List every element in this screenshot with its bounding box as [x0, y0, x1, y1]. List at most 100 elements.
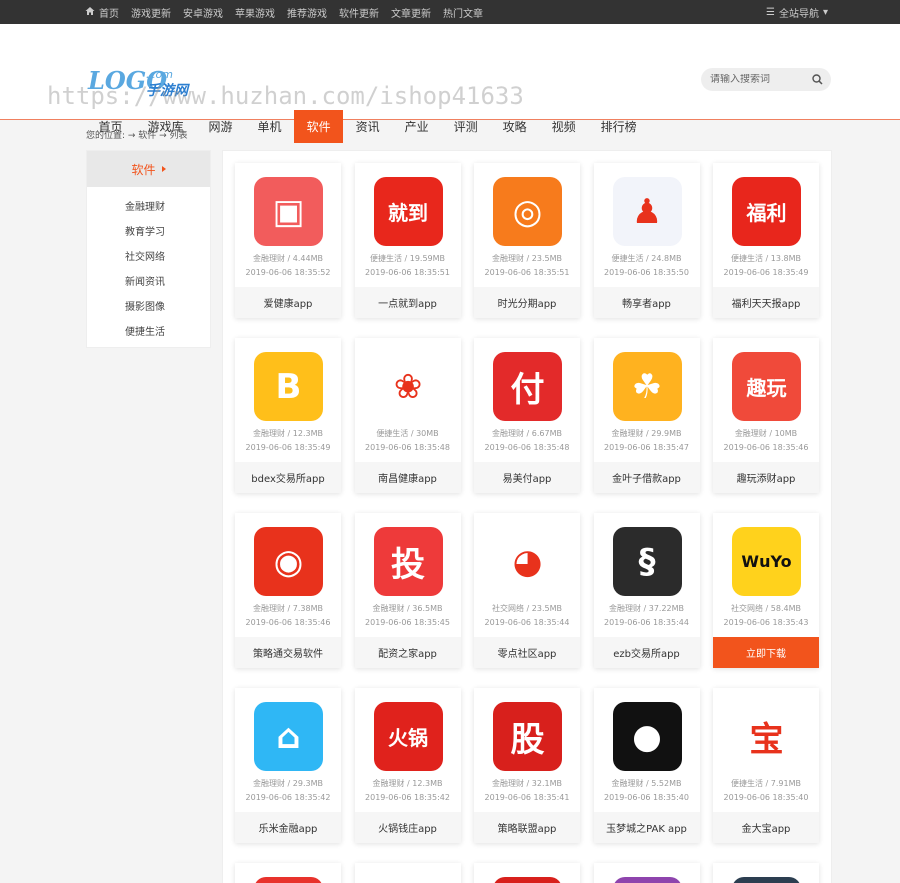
- app-icon[interactable]: [612, 877, 682, 883]
- site-nav-button[interactable]: ☰ 全站导航 ▾: [766, 0, 828, 24]
- app-card[interactable]: [235, 863, 341, 883]
- app-name[interactable]: 易美付app: [474, 462, 580, 493]
- app-category: 社交网络: [731, 604, 763, 613]
- treasure-app-icon[interactable]: 宝: [732, 702, 801, 771]
- invest-app-icon[interactable]: 投: [373, 527, 443, 596]
- emblem-app-icon[interactable]: ❀: [373, 352, 443, 421]
- top-link[interactable]: 推荐游戏: [287, 5, 327, 20]
- app-name[interactable]: 策略通交易软件: [235, 637, 341, 668]
- sidebar-item[interactable]: 金融理财: [87, 193, 210, 218]
- app-name[interactable]: ezb交易所app: [593, 637, 700, 668]
- app-name[interactable]: 乐米金融app: [235, 812, 341, 843]
- search-icon[interactable]: [812, 74, 823, 85]
- app-name[interactable]: 零点社区app: [474, 637, 580, 668]
- nav-item[interactable]: 攻略: [490, 110, 539, 143]
- strategy-app-icon[interactable]: ◉: [254, 527, 323, 596]
- pay-app-icon[interactable]: 付: [493, 352, 562, 421]
- app-card[interactable]: 趣玩 金融理财 / 10MB 2019-06-06 18:35:46 趣玩添财app: [713, 338, 819, 493]
- app-name[interactable]: 金叶子借款app: [593, 462, 700, 493]
- top-link[interactable]: 热门文章: [443, 5, 483, 20]
- app-card[interactable]: ☘ 金融理财 / 29.9MB 2019-06-06 18:35:47 金叶子借款ap…: [593, 338, 700, 493]
- sidebar-item[interactable]: 教育学习: [87, 218, 210, 243]
- top-link[interactable]: 首页: [99, 5, 119, 20]
- app-card[interactable]: § 金融理财 / 37.22MB 2019-06-06 18:35:44 ezb交易所…: [593, 513, 700, 668]
- app-card[interactable]: ❀ 便捷生活 / 30MB 2019-06-06 18:35:48 南昌健康app: [354, 338, 461, 493]
- app-card[interactable]: 股金融理财 / 32.1MB 2019-06-06 18:35:41 策略联盟app: [474, 688, 580, 843]
- leaf-app-icon[interactable]: ☘: [612, 352, 682, 421]
- app-size: 10MB: [774, 429, 798, 438]
- app-card[interactable]: [593, 863, 700, 883]
- gift-app-icon[interactable]: 福利: [732, 177, 801, 246]
- app-card[interactable]: 付金融理财 / 6.67MB 2019-06-06 18:35:48 易美付app: [474, 338, 580, 493]
- top-link[interactable]: 游戏更新: [131, 5, 171, 20]
- sidebar-item[interactable]: 摄影图像: [87, 293, 210, 318]
- disc-app-icon[interactable]: ●: [612, 702, 682, 771]
- nav-item[interactable]: 评测: [441, 110, 490, 143]
- fun-app-icon[interactable]: 趣玩: [732, 352, 801, 421]
- app-name[interactable]: 时光分期app: [474, 287, 580, 318]
- app-card[interactable]: ◉ 金融理财 / 7.38MB 2019-06-06 18:35:46 策略通交易软件: [235, 513, 341, 668]
- app-card[interactable]: 就到 便捷生活 / 19.59MB 2019-06-06 18:35:51 一点就到a…: [354, 163, 461, 318]
- sidebar-item[interactable]: 社交网络: [87, 243, 210, 268]
- top-link[interactable]: 文章更新: [391, 5, 431, 20]
- hotpot-app-icon[interactable]: 火锅: [373, 702, 443, 771]
- search-input[interactable]: [710, 74, 810, 85]
- top-link[interactable]: 安卓游戏: [183, 5, 223, 20]
- nav-item[interactable]: 网游: [196, 110, 245, 143]
- app-name[interactable]: 南昌健康app: [354, 462, 461, 493]
- app-name[interactable]: 金大宝app: [713, 812, 819, 843]
- app-card[interactable]: ◎ 金融理财 / 23.5MB 2019-06-06 18:35:51 时光分期app: [474, 163, 580, 318]
- wuyo-app-icon[interactable]: WuYo: [732, 527, 801, 596]
- nav-item[interactable]: 单机: [245, 110, 294, 143]
- app-name[interactable]: 配资之家app: [354, 637, 461, 668]
- app-name[interactable]: 一点就到app: [354, 287, 461, 318]
- app-card[interactable]: WuYo 社交网络 / 58.4MB 2019-06-06 18:35:43 立即下载: [713, 513, 819, 668]
- ezb-app-icon[interactable]: §: [612, 527, 682, 596]
- app-card[interactable]: [713, 863, 819, 883]
- sidebar-title[interactable]: 软件: [87, 151, 210, 187]
- app-name[interactable]: 玉梦城之PAK app: [593, 812, 700, 843]
- app-card[interactable]: 宝便捷生活 / 7.91MB 2019-06-06 18:35:40 金大宝app: [713, 688, 819, 843]
- app-card[interactable]: 火锅 金融理财 / 12.3MB 2019-06-06 18:35:42 火锅钱庄ap…: [354, 688, 461, 843]
- home-icon[interactable]: [85, 6, 95, 16]
- coin-app-icon[interactable]: ◎: [493, 177, 562, 246]
- top-link[interactable]: 软件更新: [339, 5, 379, 20]
- stock-app-icon[interactable]: 股: [493, 702, 562, 771]
- app-name[interactable]: 趣玩添财app: [713, 462, 819, 493]
- sidebar-item[interactable]: 新闻资讯: [87, 268, 210, 293]
- app-icon[interactable]: [732, 877, 801, 883]
- app-name[interactable]: 福利天天报app: [713, 287, 819, 318]
- app-card[interactable]: ♟ 便捷生活 / 24.8MB 2019-06-06 18:35:50 畅享者app: [593, 163, 700, 318]
- app-name[interactable]: 策略联盟app: [474, 812, 580, 843]
- app-card[interactable]: B 金融理财 / 12.3MB 2019-06-06 18:35:49 bdex交易所…: [235, 338, 341, 493]
- app-icon[interactable]: [254, 877, 323, 883]
- app-icon[interactable]: [493, 877, 562, 883]
- person-app-icon[interactable]: ♟: [612, 177, 682, 246]
- b-app-icon[interactable]: B: [254, 352, 323, 421]
- app-card[interactable]: 投金融理财 / 36.5MB 2019-06-06 18:35:45 配资之家app: [354, 513, 461, 668]
- nav-item[interactable]: 视频: [539, 110, 588, 143]
- app-icon[interactable]: [373, 877, 443, 883]
- nav-item[interactable]: 软件: [294, 110, 344, 143]
- app-name[interactable]: 火锅钱庄app: [354, 812, 461, 843]
- app-name[interactable]: 畅享者app: [593, 287, 700, 318]
- app-name[interactable]: bdex交易所app: [235, 462, 341, 493]
- lemi-app-icon[interactable]: ⌂: [254, 702, 323, 771]
- app-card[interactable]: ◕ 社交网络 / 23.5MB 2019-06-06 18:35:44 零点社区app: [474, 513, 580, 668]
- app-card[interactable]: ⌂ 金融理财 / 29.3MB 2019-06-06 18:35:42 乐米金融app: [235, 688, 341, 843]
- app-card[interactable]: ● 金融理财 / 5.52MB 2019-06-06 18:35:40 玉梦城之PAK…: [593, 688, 700, 843]
- app-card[interactable]: [474, 863, 580, 883]
- app-card[interactable]: 福利 便捷生活 / 13.8MB 2019-06-06 18:35:49 福利天天报a…: [713, 163, 819, 318]
- top-link[interactable]: 苹果游戏: [235, 5, 275, 20]
- sidebar-item[interactable]: 便捷生活: [87, 318, 210, 343]
- download-button[interactable]: 立即下载: [713, 637, 819, 668]
- app-card[interactable]: [354, 863, 461, 883]
- smile-app-icon[interactable]: 就到: [373, 177, 443, 246]
- app-name[interactable]: 爱健康app: [235, 287, 341, 318]
- bubble-app-icon[interactable]: ◕: [493, 527, 562, 596]
- app-card[interactable]: ▣ 金融理财 / 4.44MB 2019-06-06 18:35:52 爱健康app: [235, 163, 341, 318]
- nav-item[interactable]: 资讯: [343, 110, 392, 143]
- health-app-icon[interactable]: ▣: [254, 177, 323, 246]
- nav-item[interactable]: 排行榜: [588, 110, 649, 143]
- nav-item[interactable]: 产业: [392, 110, 441, 143]
